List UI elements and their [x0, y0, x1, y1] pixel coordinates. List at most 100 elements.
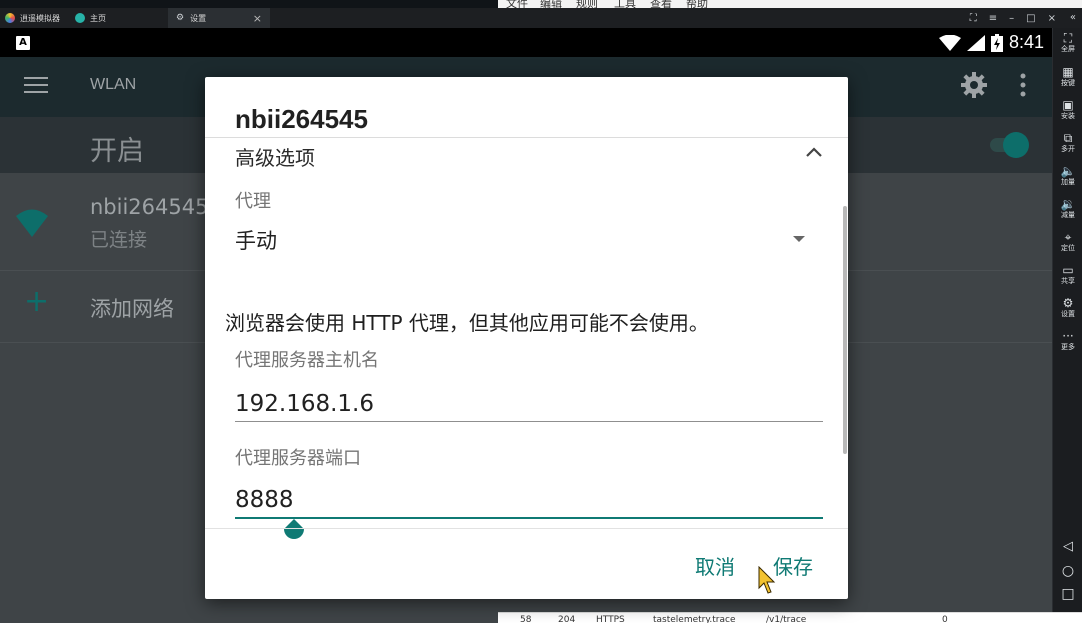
dropdown-caret-icon [793, 236, 805, 242]
android-statusbar: A 8:41 [0, 28, 1052, 57]
fullscreen-window-icon[interactable]: ⛶ [970, 13, 977, 24]
collapse-sidebar-icon[interactable]: « [1070, 8, 1076, 28]
dialog-title: nbii264545 [235, 104, 368, 134]
volume-down-icon: 🔉 [1060, 197, 1076, 211]
save-button[interactable]: 保存 [773, 551, 813, 580]
mouse-pointer-icon [758, 566, 776, 594]
app-logo-icon [5, 13, 15, 23]
sidebar-item-label: 加量 [1061, 178, 1075, 186]
chevron-up-icon[interactable] [805, 142, 823, 162]
sidebar-item-label: 多开 [1061, 145, 1075, 153]
tab-settings[interactable]: ⚙ 设置 × [168, 8, 270, 28]
proxy-host-input[interactable] [235, 386, 823, 422]
sidebar-item-label: 设置 [1061, 310, 1075, 318]
dialog-body: 高级选项 代理 手动 浏览器会使用 HTTP 代理，但其他应用可能不会使用。 代… [205, 138, 848, 528]
back-icon[interactable]: ◁ [1053, 539, 1082, 554]
proxy-port-input[interactable] [235, 483, 823, 519]
desktop-menu-item[interactable]: 文件 [506, 0, 528, 8]
sidebar-item-keyboard[interactable]: ▦ 按键 [1053, 66, 1082, 88]
sidebar-item-label: 更多 [1061, 343, 1075, 351]
desktop-menu-item[interactable]: 帮助 [686, 0, 708, 8]
sidebar-item-settings[interactable]: ⚙ 设置 [1053, 297, 1082, 319]
settings-icon: ⚙ [176, 13, 185, 23]
network-dialog: nbii264545 高级选项 代理 手动 浏览器会使用 HTTP 代理，但其他… [205, 77, 848, 599]
hamburger-menu-icon[interactable] [24, 77, 48, 95]
tab-home[interactable]: 主页 [70, 8, 166, 28]
settings-icon: ⚙ [1062, 296, 1074, 310]
close-window-icon[interactable]: × [1048, 13, 1056, 24]
wifi-signal-icon [938, 34, 961, 51]
tab-app[interactable]: 逍遥模拟器 [0, 8, 68, 28]
menu-window-icon[interactable]: ≡ [989, 13, 997, 24]
sidebar-item-location[interactable]: ⌖ 定位 [1053, 231, 1082, 253]
port-label: 代理服务器端口 [235, 448, 361, 469]
tab-label: 主页 [90, 13, 106, 23]
sidebar-item-multi-open[interactable]: ⧉ 多开 [1053, 132, 1082, 154]
minimize-icon[interactable]: – [1009, 13, 1014, 24]
sidebar-item-label: 定位 [1061, 244, 1075, 252]
sidebar-item-label: 共享 [1061, 277, 1075, 285]
keyboard-icon: ▦ [1062, 65, 1074, 79]
emulator-tabbar: 逍遥模拟器 主页 ⚙ 设置 × [0, 8, 1082, 28]
cell-signal-icon [966, 34, 985, 51]
sidebar-item-label: 安装 [1061, 112, 1075, 120]
gear-icon[interactable] [960, 71, 988, 99]
home-icon [75, 13, 85, 23]
session-cell: 0 [942, 615, 948, 623]
proxy-dropdown[interactable]: 手动 [235, 225, 815, 255]
host-label: 代理服务器主机名 [235, 350, 379, 371]
screen-root: 文件 编辑 规则 工具 查看 帮助 逍遥模拟器 主页 ⚙ 设置 × ⛶ ≡ – … [0, 0, 1082, 623]
home-circle-icon[interactable]: ○ [1053, 563, 1082, 579]
session-cell: /v1/trace [766, 615, 807, 623]
volume-up-icon: 🔈 [1060, 164, 1076, 178]
wlan-toggle-thumb[interactable] [1003, 132, 1029, 158]
location-icon: ⌖ [1064, 230, 1072, 244]
desktop-menu-item[interactable]: 规则 [576, 0, 598, 8]
switch-label: 开启 [90, 136, 144, 167]
sidebar-item-share[interactable]: ▭ 共享 [1053, 264, 1082, 286]
fullscreen-icon: ⛶ [1063, 31, 1073, 45]
sidebar-item-more[interactable]: ··· 更多 [1053, 330, 1082, 352]
sidebar-item-volume-up[interactable]: 🔈 加量 [1053, 165, 1082, 187]
emulator-sidebar: ⛶ 全屏 ▦ 按键 ▣ 安装 ⧉ 多开 🔈 加量 🔉 减量 ⌖ 定位 ▭ 共享 ⚙ 设置 ··· 更… [1052, 28, 1082, 623]
sidebar-item-label: 按键 [1061, 79, 1075, 87]
battery-charging-icon [990, 33, 1003, 52]
divider [205, 528, 848, 529]
desktop-menubar: 文件 编辑 规则 工具 查看 帮助 [498, 0, 1082, 8]
add-network-label: 添加网络 [90, 297, 174, 321]
desktop-session-row: 58 204 HTTPS tastelemetry.trace /v1/trac… [498, 612, 1082, 623]
session-cell: HTTPS [596, 615, 625, 623]
plus-icon: + [24, 284, 50, 319]
session-cell: 204 [558, 615, 576, 623]
tab-label: 设置 [190, 13, 207, 23]
sidebar-item-label: 减量 [1061, 211, 1075, 219]
cancel-button[interactable]: 取消 [695, 551, 735, 580]
network-name: nbii264545 [90, 195, 209, 219]
sidebar-item-fullscreen[interactable]: ⛶ 全屏 [1053, 32, 1082, 54]
advanced-options-toggle[interactable]: 高级选项 [235, 142, 315, 171]
session-cell: 58 [520, 615, 532, 623]
desktop-menu-item[interactable]: 查看 [650, 0, 672, 8]
overflow-menu-icon[interactable] [1020, 73, 1026, 97]
dialog-scrollbar[interactable] [843, 206, 847, 454]
maximize-icon[interactable]: □ [1026, 13, 1035, 24]
text-cursor-handle-icon[interactable] [282, 515, 306, 545]
page-title: WLAN [90, 76, 137, 93]
sidebar-item-label: 全屏 [1061, 45, 1075, 53]
sidebar-item-volume-down[interactable]: 🔉 减量 [1053, 198, 1082, 220]
notification-icon: A [16, 36, 30, 50]
recents-icon[interactable]: □ [1053, 586, 1082, 602]
apk-install-icon: ▣ [1062, 98, 1074, 112]
close-tab-icon[interactable]: × [253, 12, 262, 25]
window-controls: ⛶ ≡ – □ × [970, 8, 1056, 28]
sidebar-item-install[interactable]: ▣ 安装 [1053, 99, 1082, 121]
proxy-selected-value: 手动 [235, 229, 277, 253]
clock: 8:41 [1008, 32, 1044, 52]
session-cell: tastelemetry.trace [653, 615, 736, 623]
more-icon: ··· [1062, 329, 1074, 343]
proxy-notice: 浏览器会使用 HTTP 代理，但其他应用可能不会使用。 [225, 311, 709, 335]
share-folder-icon: ▭ [1062, 263, 1074, 277]
desktop-menu-item[interactable]: 工具 [614, 0, 636, 8]
desktop-menu-item[interactable]: 编辑 [540, 0, 562, 8]
tab-label: 逍遥模拟器 [20, 13, 60, 23]
